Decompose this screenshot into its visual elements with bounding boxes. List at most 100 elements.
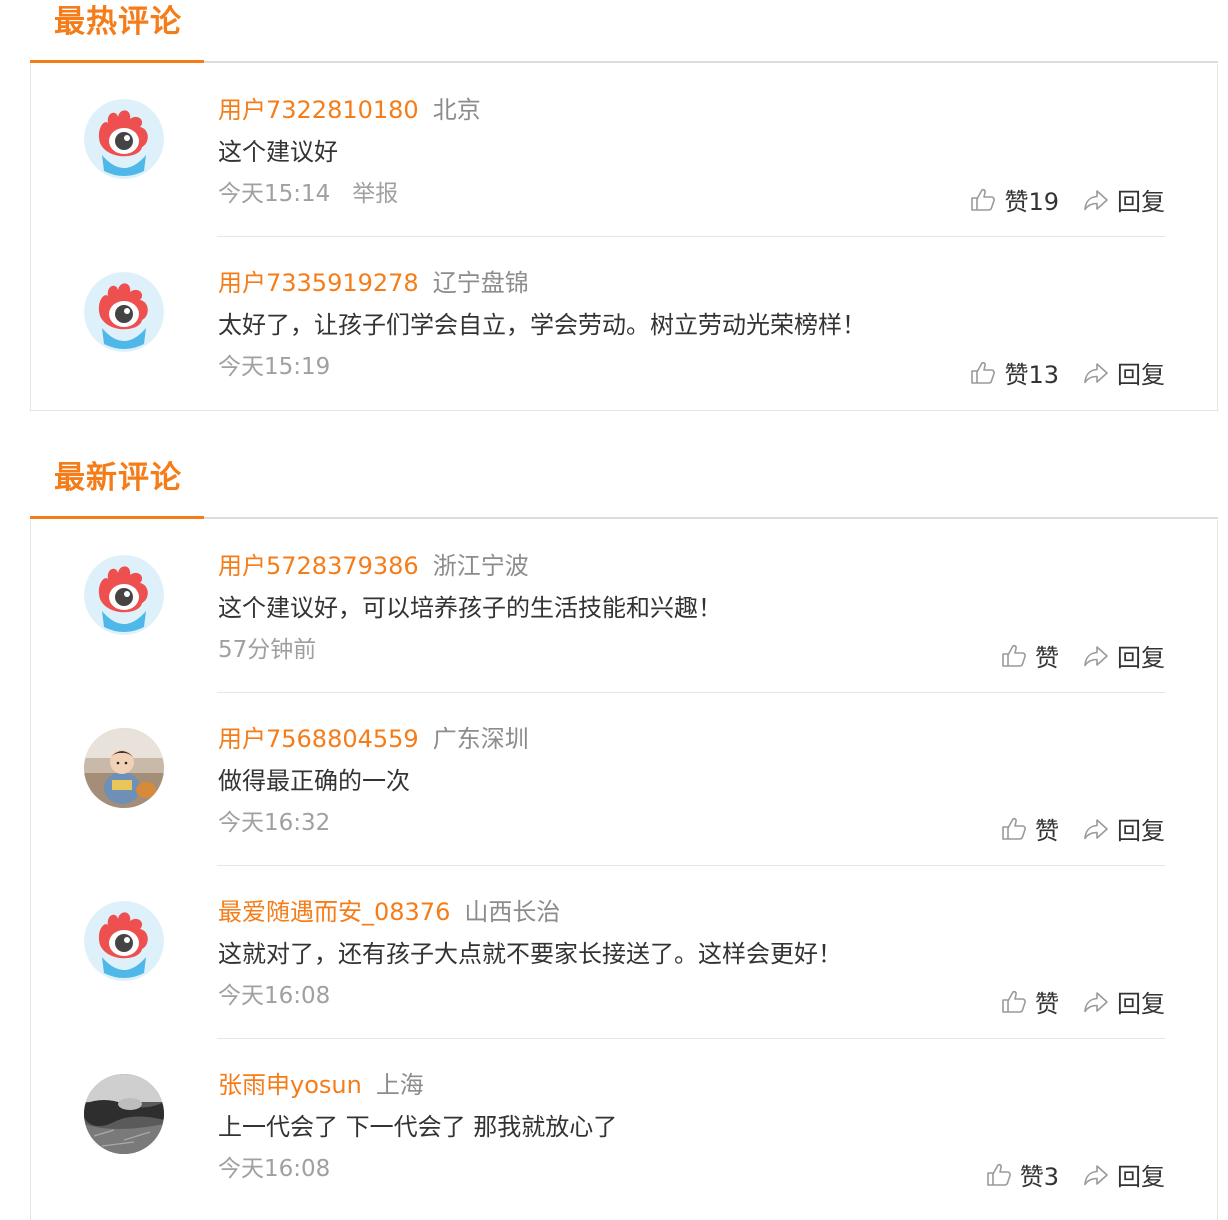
reply-button[interactable]: 回复 bbox=[1083, 355, 1165, 390]
like-button[interactable]: 赞 bbox=[1001, 638, 1059, 673]
reply-label: 回复 bbox=[1117, 990, 1165, 1018]
comment-time-row: 今天16:08 bbox=[218, 1149, 330, 1183]
header-accent-bar bbox=[30, 60, 204, 63]
comment-location: 上海 bbox=[375, 1071, 424, 1099]
share-arrow-icon bbox=[1084, 645, 1108, 666]
avatar[interactable] bbox=[84, 901, 164, 981]
comment-actions: 赞 回复 bbox=[1001, 984, 1165, 1019]
comment-time: 今天16:32 bbox=[218, 810, 331, 836]
comment-meta: 张雨申yosun 上海 bbox=[218, 1065, 424, 1099]
comment-text: 这个建议好，可以培养孩子的生活技能和兴趣！ bbox=[218, 594, 722, 622]
comment-time-row: 57分钟前 bbox=[218, 630, 316, 664]
thumbs-up-icon bbox=[971, 361, 996, 384]
reply-label: 回复 bbox=[1117, 188, 1165, 216]
hot-comment-list: 用户7322810180 北京 这个建议好 今天15:14 举报 赞19 回复 bbox=[30, 64, 1218, 411]
comment-actions: 赞 回复 bbox=[1001, 811, 1165, 846]
comment-time: 今天16:08 bbox=[218, 983, 331, 1009]
like-count: 赞 bbox=[1035, 817, 1059, 845]
reply-label: 回复 bbox=[1117, 361, 1165, 389]
comment-username[interactable]: 张雨申yosun bbox=[218, 1071, 362, 1099]
header-divider bbox=[30, 517, 1218, 519]
header-accent-bar bbox=[30, 516, 204, 519]
comment-item: 张雨申yosun 上海 上一代会了 下一代会了 那我就放心了 今天16:08 赞3… bbox=[31, 1039, 1217, 1212]
thumbs-up-icon bbox=[1002, 817, 1026, 840]
header-divider bbox=[30, 61, 1218, 63]
reply-button[interactable]: 回复 bbox=[1083, 182, 1165, 217]
latest-comment-list: 用户5728379386 浙江宁波 这个建议好，可以培养孩子的生活技能和兴趣！ 5… bbox=[30, 520, 1218, 1220]
comment-time-row: 今天15:19 bbox=[218, 347, 330, 381]
weibo-avatar-logo-icon bbox=[84, 555, 164, 635]
like-button[interactable]: 赞13 bbox=[970, 355, 1059, 390]
comment-time-row: 今天16:32 bbox=[218, 803, 330, 837]
like-count: 赞13 bbox=[1004, 361, 1059, 389]
weibo-avatar-logo-icon bbox=[84, 99, 164, 179]
comment-location: 北京 bbox=[432, 96, 481, 124]
comment-username[interactable]: 最爱随遇而安_08376 bbox=[218, 898, 450, 926]
comment-time: 今天16:08 bbox=[218, 1156, 331, 1182]
comment-text: 太好了，让孩子们学会自立，学会劳动。树立劳动光荣榜样！ bbox=[218, 311, 866, 339]
comment-actions: 赞 回复 bbox=[1001, 638, 1165, 673]
comment-item: 最爱随遇而安_08376 山西长治 这就对了，还有孩子大点就不要家长接送了。这样会… bbox=[31, 866, 1217, 1039]
reply-label: 回复 bbox=[1117, 1163, 1165, 1191]
comment-item: 用户7322810180 北京 这个建议好 今天15:14 举报 赞19 回复 bbox=[31, 64, 1217, 237]
like-button[interactable]: 赞 bbox=[1001, 811, 1059, 846]
comment-location: 广东深圳 bbox=[432, 725, 529, 753]
comment-actions: 赞13 回复 bbox=[970, 355, 1165, 390]
reply-button[interactable]: 回复 bbox=[1083, 984, 1165, 1019]
section-header: 最热评论 bbox=[30, 0, 1218, 64]
reply-button[interactable]: 回复 bbox=[1083, 811, 1165, 846]
avatar[interactable] bbox=[84, 1074, 164, 1154]
comment-location: 山西长治 bbox=[464, 898, 561, 926]
weibo-avatar-logo-icon bbox=[84, 272, 164, 352]
comment-item: 用户5728379386 浙江宁波 这个建议好，可以培养孩子的生活技能和兴趣！ 5… bbox=[31, 520, 1217, 693]
comment-time-row: 今天16:08 bbox=[218, 976, 330, 1010]
like-count: 赞3 bbox=[1019, 1163, 1059, 1191]
like-count: 赞 bbox=[1035, 644, 1059, 672]
comment-location: 辽宁盘锦 bbox=[432, 269, 529, 297]
share-arrow-icon bbox=[1084, 991, 1108, 1012]
report-link[interactable]: 举报 bbox=[352, 181, 398, 207]
like-button[interactable]: 赞3 bbox=[986, 1157, 1059, 1192]
share-arrow-icon bbox=[1084, 362, 1108, 383]
like-button[interactable]: 赞19 bbox=[970, 182, 1059, 217]
avatar[interactable] bbox=[84, 99, 164, 179]
comments-page: 最热评论 用户7322810180 北京 这个建议好 今天15:14 举报 赞1… bbox=[0, 0, 1228, 1220]
avatar[interactable] bbox=[84, 272, 164, 352]
comment-time-row: 今天15:14 举报 bbox=[218, 174, 398, 208]
comment-username[interactable]: 用户7335919278 bbox=[218, 269, 419, 297]
latest-comments-section: 最新评论 用户5728379386 浙江宁波 这个建议好，可以培养孩子的生活技能… bbox=[30, 456, 1218, 1220]
thumbs-up-icon bbox=[1002, 990, 1026, 1013]
comment-item: 用户7568804559 广东深圳 做得最正确的一次 今天16:32 赞 回复 bbox=[31, 693, 1217, 866]
comment-meta: 用户5728379386 浙江宁波 bbox=[218, 546, 529, 580]
reply-label: 回复 bbox=[1117, 644, 1165, 672]
comment-meta: 用户7568804559 广东深圳 bbox=[218, 719, 529, 753]
like-count: 赞 bbox=[1035, 990, 1059, 1018]
comment-item: 用户7335919278 辽宁盘锦 太好了，让孩子们学会自立，学会劳动。树立劳动光… bbox=[31, 237, 1217, 410]
child-photo-avatar-icon bbox=[84, 728, 164, 808]
comment-username[interactable]: 用户7568804559 bbox=[218, 725, 419, 753]
reply-button[interactable]: 回复 bbox=[1083, 638, 1165, 673]
reply-label: 回复 bbox=[1117, 817, 1165, 845]
comment-username[interactable]: 用户7322810180 bbox=[218, 96, 419, 124]
avatar[interactable] bbox=[84, 728, 164, 808]
weibo-avatar-logo-icon bbox=[84, 901, 164, 981]
share-arrow-icon bbox=[1084, 189, 1108, 210]
comment-username[interactable]: 用户5728379386 bbox=[218, 552, 419, 580]
comment-meta: 用户7322810180 北京 bbox=[218, 90, 481, 124]
reply-button[interactable]: 回复 bbox=[1083, 1157, 1165, 1192]
latest-comments-title: 最新评论 bbox=[54, 460, 182, 496]
comment-text: 做得最正确的一次 bbox=[218, 767, 410, 795]
share-arrow-icon bbox=[1084, 1164, 1108, 1185]
comment-time: 今天15:14 bbox=[218, 181, 331, 207]
hot-comments-title: 最热评论 bbox=[54, 4, 182, 40]
comment-text: 这个建议好 bbox=[218, 138, 338, 166]
avatar[interactable] bbox=[84, 555, 164, 635]
like-count: 赞19 bbox=[1004, 188, 1059, 216]
comment-location: 浙江宁波 bbox=[432, 552, 529, 580]
hot-comments-section: 最热评论 用户7322810180 北京 这个建议好 今天15:14 举报 赞1… bbox=[30, 0, 1218, 411]
thumbs-up-icon bbox=[1002, 644, 1026, 667]
comment-text: 这就对了，还有孩子大点就不要家长接送了。这样会更好！ bbox=[218, 940, 842, 968]
share-arrow-icon bbox=[1084, 818, 1108, 839]
thumbs-up-icon bbox=[986, 1163, 1011, 1186]
like-button[interactable]: 赞 bbox=[1001, 984, 1059, 1019]
